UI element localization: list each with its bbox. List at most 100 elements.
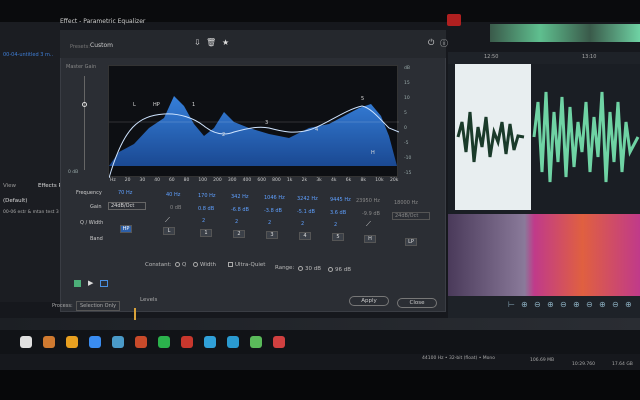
zoom-icon[interactable]: ⊖ xyxy=(534,300,541,309)
eq-graph[interactable] xyxy=(108,65,399,178)
files-icon[interactable] xyxy=(66,336,78,348)
band-frequency[interactable]: 3242 Hz xyxy=(297,196,318,202)
zoom-icon[interactable]: ⊖ xyxy=(560,300,567,309)
point-3[interactable]: 3 xyxy=(265,120,268,126)
range-30-radio[interactable]: 30 dB xyxy=(298,266,321,272)
band-button[interactable]: 4 xyxy=(299,232,311,240)
time-label-2: 13:10 xyxy=(582,54,597,60)
hp-band-button[interactable]: HP xyxy=(120,225,132,233)
band-button[interactable]: 3 xyxy=(266,231,278,239)
favorite-star-icon[interactable]: ★ xyxy=(222,38,229,47)
ultra-quiet-checkbox[interactable]: Ultra-Quiet xyxy=(228,262,265,268)
band-gain[interactable]: 3.6 dB xyxy=(330,210,346,216)
low-shelf-slope-icon[interactable]: ⟋ xyxy=(165,216,170,225)
status-size: 106.69 MB xyxy=(530,358,555,363)
zoom-icon[interactable]: ⊕ xyxy=(599,300,606,309)
high-shelf-gain[interactable]: -9.9 dB xyxy=(362,211,380,217)
high-shelf-slope-icon[interactable]: ⟋ xyxy=(366,220,371,229)
band-gain[interactable]: 0.8 dB xyxy=(198,206,214,212)
save-preset-icon[interactable]: ⇩ xyxy=(194,38,201,47)
presets-dropdown[interactable]: Custom xyxy=(90,42,113,49)
band-q[interactable]: 2 xyxy=(301,221,304,227)
hz-tick: 6k xyxy=(345,178,352,183)
info-icon[interactable]: ⓘ xyxy=(440,38,448,49)
high-shelf-band-button[interactable]: H xyxy=(364,235,376,243)
point-HP[interactable]: HP xyxy=(153,102,160,108)
eq-curve-svg[interactable] xyxy=(109,66,399,178)
firefox-icon[interactable] xyxy=(43,336,55,348)
app-icon[interactable] xyxy=(227,336,239,348)
hp-slope-select[interactable]: 24dB/Oct xyxy=(108,202,146,210)
app-icon[interactable] xyxy=(181,336,193,348)
band-frequency[interactable]: 342 Hz xyxy=(231,194,249,200)
preset-default[interactable]: (Default) xyxy=(3,198,27,204)
telegram-icon[interactable] xyxy=(204,336,216,348)
db-tick: 10 xyxy=(404,96,410,101)
app-icon[interactable] xyxy=(135,336,147,348)
hz-tick: 20k xyxy=(390,178,399,183)
band-gain[interactable]: -6.8 dB xyxy=(231,207,249,213)
high-shelf-frequency[interactable]: 23950 Hz xyxy=(356,198,380,204)
low-shelf-band-button[interactable]: L xyxy=(163,227,175,235)
band-q[interactable]: 2 xyxy=(268,220,271,226)
power-icon[interactable]: ⏻ xyxy=(428,38,434,48)
constant-width-radio[interactable]: Width xyxy=(193,262,216,268)
lp-band-button[interactable]: LP xyxy=(405,238,417,246)
point-H[interactable]: H xyxy=(371,150,375,156)
lp-frequency[interactable]: 18000 Hz xyxy=(394,200,418,206)
point-4[interactable]: 4 xyxy=(315,127,318,133)
lp-slope-select[interactable]: 24dB/Oct xyxy=(392,212,430,220)
zoom-icon[interactable]: ⊕ xyxy=(547,300,554,309)
range-30-label: 30 dB xyxy=(305,266,322,272)
file-icon[interactable] xyxy=(20,336,32,348)
loop-icon[interactable] xyxy=(100,280,108,287)
whatsapp-icon[interactable] xyxy=(158,336,170,348)
point-1[interactable]: 1 xyxy=(192,102,195,108)
chrome-icon[interactable] xyxy=(112,336,124,348)
zoom-icon[interactable]: ⊢ xyxy=(508,300,515,309)
zoom-icon[interactable]: ⊕ xyxy=(625,300,632,309)
process-dropdown[interactable]: Selection Only xyxy=(76,301,121,311)
tab-view[interactable]: View xyxy=(3,183,16,189)
band-q[interactable]: 2 xyxy=(334,222,337,228)
point-5[interactable]: 5 xyxy=(361,96,364,102)
skype-icon[interactable] xyxy=(250,336,262,348)
zoom-icon[interactable]: ⊕ xyxy=(521,300,528,309)
audition-icon[interactable] xyxy=(89,336,101,348)
spectral-display[interactable] xyxy=(448,214,640,296)
master-gain-slider-handle[interactable] xyxy=(82,102,87,107)
zoom-icon[interactable]: ⊕ xyxy=(573,300,580,309)
band-gain[interactable]: -5.1 dB xyxy=(297,209,315,215)
hz-tick: 2k xyxy=(301,178,308,183)
hz-tick: 300 xyxy=(227,178,237,183)
band-button[interactable]: 5 xyxy=(332,233,344,241)
bezel xyxy=(0,370,640,400)
point-2[interactable]: 2 xyxy=(222,132,225,138)
band-button[interactable]: 2 xyxy=(233,230,245,238)
band-frequency[interactable]: 170 Hz xyxy=(198,193,216,199)
hp-frequency[interactable]: 70 Hz xyxy=(118,190,132,196)
record-icon[interactable] xyxy=(273,336,285,348)
low-shelf-frequency[interactable]: 40 Hz xyxy=(166,192,180,198)
zoom-icon[interactable]: ⊖ xyxy=(586,300,593,309)
radio-icon xyxy=(298,266,303,271)
band-button[interactable]: 1 xyxy=(200,229,212,237)
point-L[interactable]: L xyxy=(133,102,136,108)
zoom-icon[interactable]: ⊖ xyxy=(612,300,619,309)
master-gain-slider-track[interactable] xyxy=(84,76,85,170)
band-q[interactable]: 2 xyxy=(202,218,205,224)
hz-tick: 40 xyxy=(154,178,160,183)
band-q[interactable]: 2 xyxy=(235,219,238,225)
band-frequency[interactable]: 9445 Hz xyxy=(330,197,351,203)
band-gain[interactable]: -3.8 dB xyxy=(264,208,282,214)
delete-preset-icon[interactable]: 🗑 xyxy=(206,38,216,47)
band-frequency[interactable]: 1046 Hz xyxy=(264,195,285,201)
play-icon[interactable]: ▶ xyxy=(88,279,93,287)
waveform-svg[interactable] xyxy=(448,62,640,212)
meter-marker xyxy=(134,308,136,320)
low-shelf-gain[interactable]: 0 dB xyxy=(170,205,181,211)
file-item[interactable]: 00-04-untitled 3 m.. xyxy=(3,52,53,58)
preview-green-icon[interactable] xyxy=(74,280,81,287)
constant-q-radio[interactable]: Q xyxy=(175,262,186,268)
range-96-radio[interactable]: 96 dB xyxy=(328,267,351,273)
